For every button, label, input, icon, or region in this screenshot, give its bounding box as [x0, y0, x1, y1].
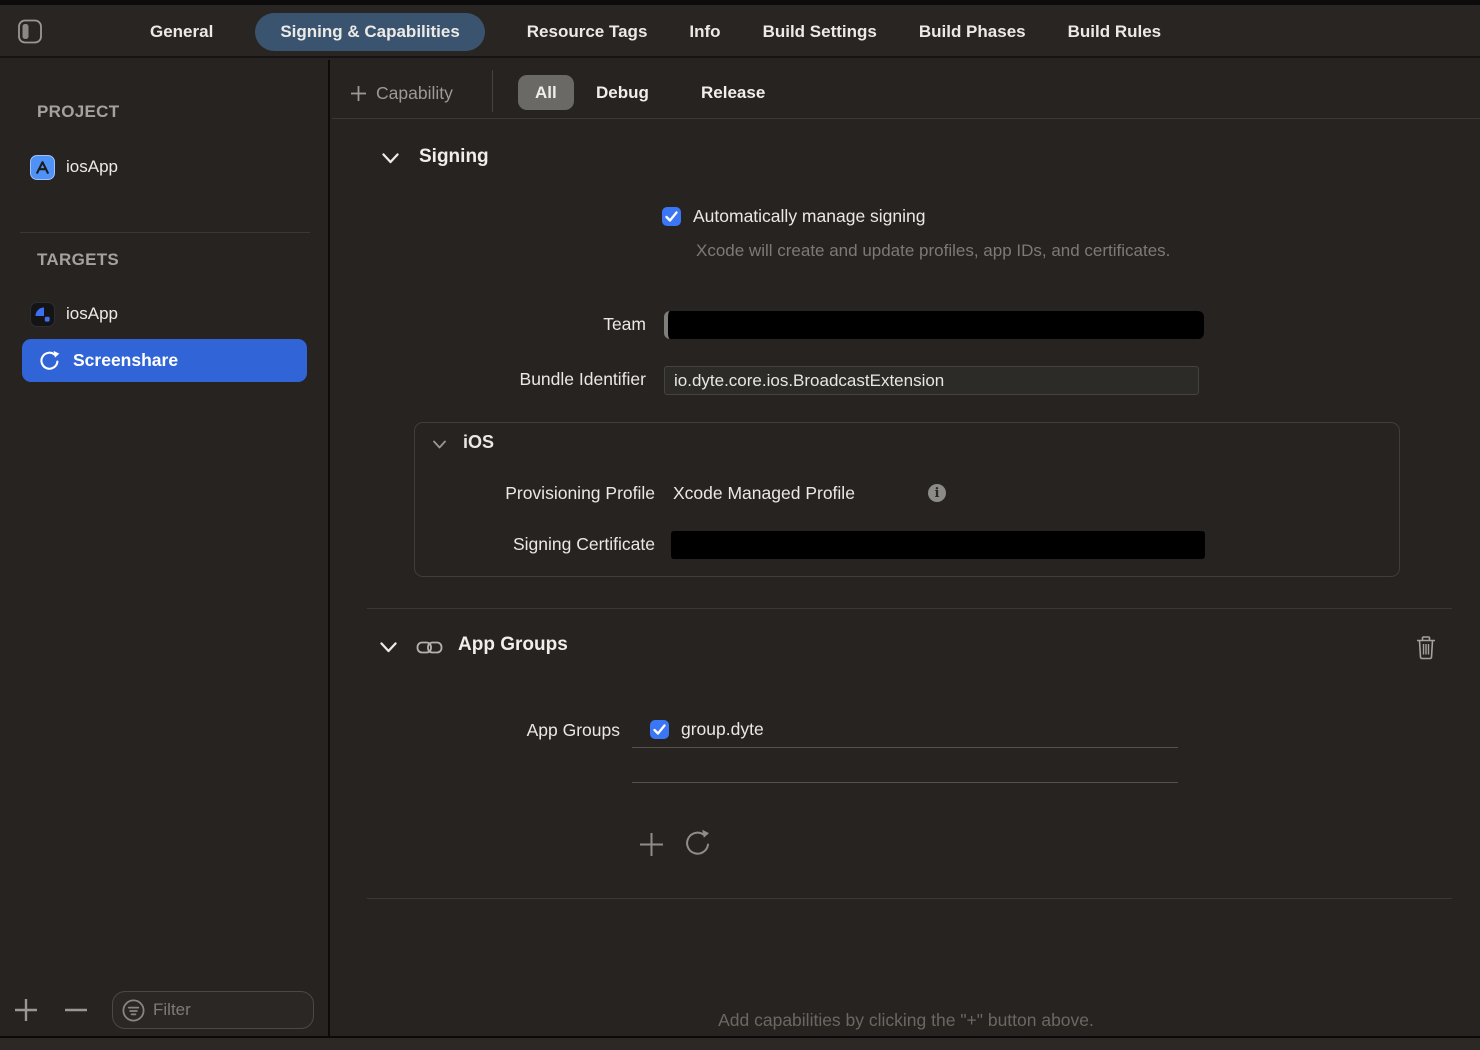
window-bottom-bar: [0, 1036, 1480, 1050]
signing-certificate-label: Signing Certificate: [415, 534, 655, 555]
provisioning-profile-label: Provisioning Profile: [415, 483, 655, 504]
tab-resource-tags[interactable]: Resource Tags: [527, 22, 648, 42]
editor-tab-bar: General Signing & Capabilities Resource …: [0, 5, 1480, 58]
add-capability-label: Capability: [376, 83, 453, 104]
add-target-button[interactable]: [12, 996, 40, 1024]
add-app-group-button[interactable]: [638, 831, 665, 858]
ios-box-title: iOS: [463, 432, 494, 453]
section-divider: [367, 898, 1452, 899]
team-label: Team: [332, 314, 646, 335]
list-row-divider: [632, 747, 1178, 748]
remove-target-button[interactable]: [62, 996, 90, 1024]
tab-signing-capabilities[interactable]: Signing & Capabilities: [255, 13, 484, 51]
signing-collapse-chevron-icon[interactable]: [382, 153, 399, 164]
section-divider: [367, 608, 1452, 609]
sidebar-item-project-iosapp[interactable]: iosApp: [30, 150, 118, 184]
list-row-divider: [632, 782, 1178, 783]
toolbar-divider: [492, 70, 493, 112]
auto-manage-signing-description: Xcode will create and update profiles, a…: [696, 238, 1201, 264]
target-name-label: iosApp: [66, 304, 118, 324]
project-section-header: PROJECT: [37, 102, 119, 122]
app-groups-field-label: App Groups: [332, 720, 620, 741]
delete-capability-trash-icon[interactable]: [1415, 635, 1437, 660]
info-icon[interactable]: i: [928, 484, 946, 502]
provisioning-profile-value: Xcode Managed Profile: [673, 483, 855, 504]
tab-build-rules[interactable]: Build Rules: [1068, 22, 1162, 42]
app-group-name: group.dyte: [681, 719, 764, 740]
targets-filter-field: [112, 991, 314, 1029]
team-popup-redacted[interactable]: [664, 311, 1204, 339]
tab-build-settings[interactable]: Build Settings: [763, 22, 877, 42]
app-groups-link-icon: [416, 639, 443, 656]
filter-input[interactable]: [153, 1000, 283, 1020]
scope-debug[interactable]: Debug: [596, 75, 649, 110]
xcode-project-editor: General Signing & Capabilities Resource …: [0, 0, 1480, 1050]
app-target-icon: [30, 302, 55, 327]
bundle-identifier-label: Bundle Identifier: [332, 369, 646, 390]
app-groups-collapse-chevron-icon[interactable]: [380, 642, 397, 653]
app-groups-section-title: App Groups: [458, 634, 568, 656]
scope-all[interactable]: All: [518, 75, 574, 110]
scope-release[interactable]: Release: [701, 75, 765, 110]
signing-section-title: Signing: [419, 146, 489, 168]
tab-strip: General Signing & Capabilities Resource …: [150, 5, 1161, 58]
sidebar-toggle-icon[interactable]: [18, 19, 42, 44]
auto-manage-signing-checkbox[interactable]: [662, 207, 681, 226]
tab-info[interactable]: Info: [689, 22, 720, 42]
tab-build-phases[interactable]: Build Phases: [919, 22, 1026, 42]
add-capabilities-hint: Add capabilities by clicking the "+" but…: [332, 1010, 1480, 1031]
targets-section-header: TARGETS: [37, 250, 119, 270]
sidebar-divider: [20, 232, 310, 233]
project-name-label: iosApp: [66, 157, 118, 177]
appstore-project-icon: [30, 155, 55, 180]
signing-certificate-value-redacted: [671, 531, 1205, 559]
refresh-app-groups-button[interactable]: [682, 828, 713, 860]
target-name-label: Screenshare: [73, 350, 178, 371]
sidebar-item-target-screenshare[interactable]: Screenshare: [22, 339, 307, 382]
auto-manage-signing-label: Automatically manage signing: [693, 206, 926, 227]
ios-platform-box: iOS Provisioning Profile Xcode Managed P…: [414, 422, 1400, 577]
toolbar-bottom-divider: [332, 118, 1480, 119]
broadcast-extension-icon: [38, 350, 60, 372]
app-group-checkbox[interactable]: [650, 720, 669, 739]
plus-icon: [350, 85, 367, 102]
add-capability-button[interactable]: Capability: [350, 76, 453, 110]
sidebar-item-target-iosapp[interactable]: iosApp: [30, 297, 118, 331]
bundle-identifier-field[interactable]: io.dyte.core.ios.BroadcastExtension: [664, 366, 1199, 395]
project-targets-sidebar: PROJECT iosApp TARGETS iosApp: [0, 60, 330, 1036]
filter-icon: [121, 998, 146, 1023]
ios-collapse-chevron-icon[interactable]: [433, 440, 446, 449]
signing-capabilities-pane: Capability All Debug Release Signing Aut…: [332, 60, 1480, 1036]
tab-general[interactable]: General: [150, 22, 213, 42]
